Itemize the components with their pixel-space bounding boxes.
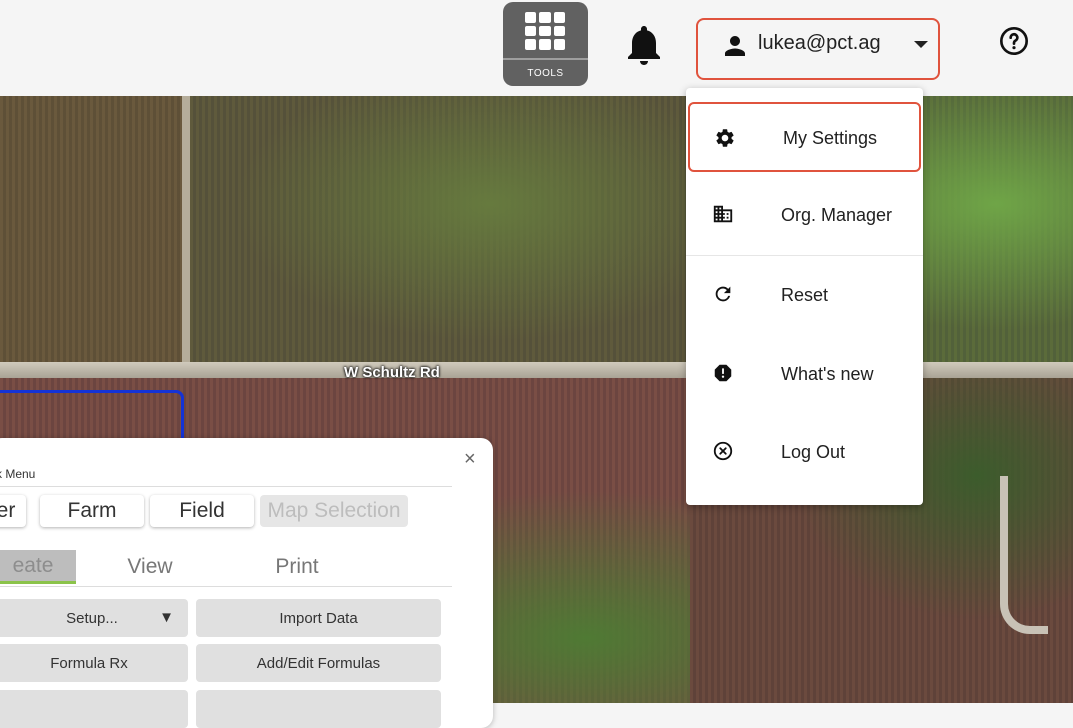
import-data-button[interactable]: Import Data — [196, 599, 441, 637]
caret-down-icon: ▼ — [159, 609, 174, 626]
menu-item-log-out[interactable]: Log Out — [686, 413, 923, 491]
menu-item-label: Log Out — [781, 442, 846, 462]
add-edit-formulas-button[interactable]: Add/Edit Formulas — [196, 644, 441, 682]
quick-menu-title: ck Menu — [0, 467, 36, 481]
refresh-icon — [715, 286, 731, 302]
menu-item-label: Org. Manager — [781, 205, 893, 225]
action-button[interactable] — [196, 690, 441, 728]
user-account-button[interactable]: lukea@pct.ag — [696, 18, 940, 80]
alert-octagon-icon — [714, 364, 732, 382]
menu-item-org-manager[interactable]: Org. Manager — [686, 176, 923, 254]
top-bar: TOOLS lukea@pct.ag — [0, 0, 1073, 96]
scope-button-farm[interactable]: Farm — [40, 495, 144, 527]
scope-button-grower[interactable]: er — [0, 495, 26, 527]
tab-view[interactable]: View — [90, 550, 210, 584]
tools-label: TOOLS — [527, 68, 564, 79]
menu-item-reset[interactable]: Reset — [686, 256, 923, 334]
scope-button-map-selection[interactable]: Map Selection — [260, 495, 408, 527]
building-icon — [713, 205, 733, 223]
close-circle-icon — [713, 441, 733, 461]
menu-item-label: What's new — [781, 364, 874, 384]
tab-create[interactable]: eate — [0, 550, 76, 584]
formula-rx-button[interactable]: Formula Rx — [0, 644, 188, 682]
gear-icon — [716, 129, 734, 147]
road-label: W Schultz Rd — [344, 364, 440, 381]
user-dropdown-menu: My Settings Org. Manager Reset What's ne… — [686, 88, 923, 505]
tools-button[interactable]: TOOLS — [503, 2, 588, 86]
menu-item-my-settings[interactable]: My Settings — [688, 102, 921, 172]
menu-item-whats-new[interactable]: What's new — [686, 335, 923, 413]
menu-item-label: My Settings — [783, 128, 878, 148]
scope-button-field[interactable]: Field — [150, 495, 254, 527]
quick-menu-panel: ck Menu × er Farm Field Map Selection ea… — [0, 438, 493, 728]
menu-item-label: Reset — [781, 285, 829, 305]
setup-dropdown[interactable]: Setup... ▼ — [0, 599, 188, 637]
close-icon[interactable]: × — [464, 448, 476, 471]
tab-print[interactable]: Print — [240, 550, 354, 584]
help-icon[interactable] — [998, 25, 1030, 57]
person-icon — [725, 36, 745, 56]
setup-label: Setup... — [66, 609, 118, 627]
action-button[interactable] — [0, 690, 188, 728]
caret-down-icon — [914, 41, 928, 48]
user-email: lukea@pct.ag — [758, 32, 881, 54]
bell-icon[interactable] — [620, 18, 668, 72]
grid-icon — [525, 12, 565, 50]
